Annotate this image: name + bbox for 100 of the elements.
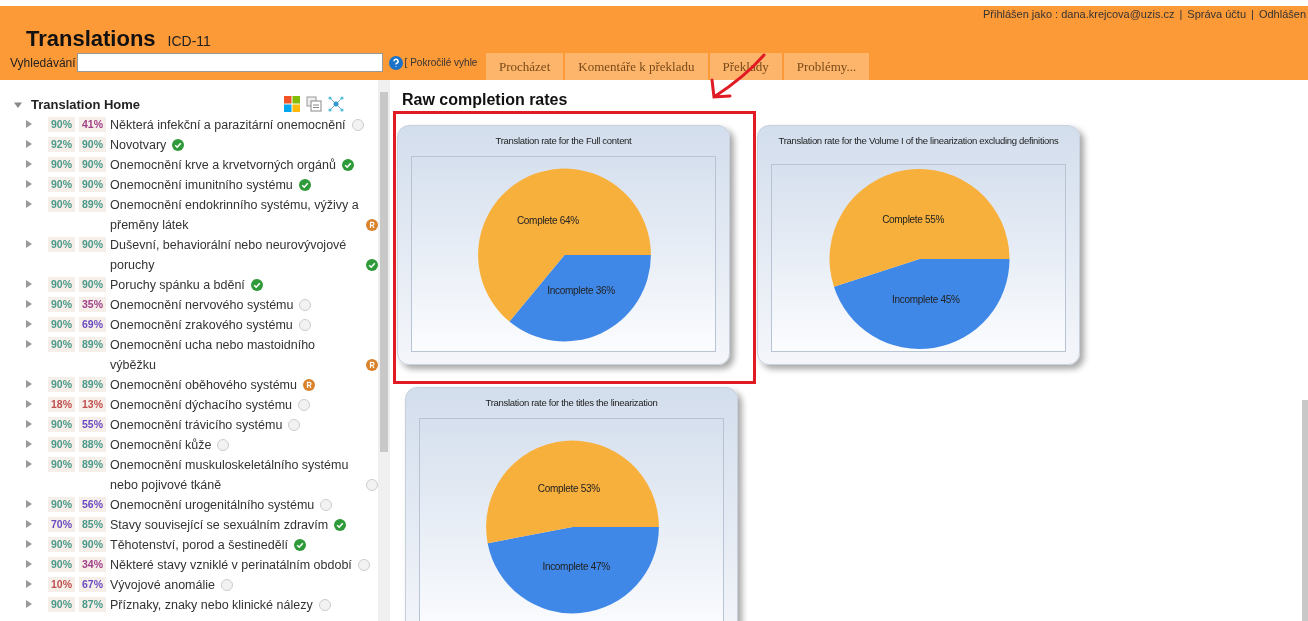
percent-tag: 10%: [48, 577, 75, 592]
expand-arrow-icon[interactable]: [26, 520, 32, 528]
tree-item-label[interactable]: Stavy související se sexuálním zdravím: [110, 515, 329, 535]
expand-arrow-icon[interactable]: [26, 320, 32, 328]
percent-tag: 90%: [79, 277, 107, 292]
help-icon[interactable]: [388, 55, 403, 70]
expand-arrow-icon[interactable]: [26, 160, 32, 168]
empty-circle-icon: [320, 499, 333, 511]
empty-circle-icon: [366, 479, 378, 491]
tree-item-label[interactable]: Onemocnění muskuloskeletálního systému nebo pojivové tkáně: [110, 455, 360, 495]
percent-tag: 90%: [48, 597, 75, 612]
empty-circle-icon: [298, 399, 311, 411]
check-circle-icon: [293, 539, 306, 551]
expand-arrow-icon[interactable]: [26, 400, 32, 408]
expand-arrow-icon[interactable]: [26, 340, 32, 348]
check-circle-icon: [298, 179, 311, 191]
expand-caret-icon[interactable]: [14, 101, 22, 109]
expand-arrow-icon[interactable]: [26, 280, 32, 288]
tab[interactable]: Procházet: [486, 53, 564, 80]
tree-item-label[interactable]: Onemocnění dýchacího systému: [110, 395, 293, 415]
tree-item-label[interactable]: Těhotenství, porod a šestinedělí: [110, 535, 288, 555]
percent-tag: 89%: [79, 377, 107, 392]
tree-root-label[interactable]: Translation Home: [31, 95, 141, 115]
network-icon[interactable]: [327, 95, 345, 113]
app-subtitle: ICD-11: [167, 32, 211, 51]
percent-tag: 89%: [79, 197, 107, 212]
percent-tag: 34%: [79, 557, 107, 572]
expand-arrow-icon[interactable]: [26, 380, 32, 388]
empty-circle-icon: [357, 559, 370, 571]
tree-item-label[interactable]: Některá infekční a parazitární onemocnění: [110, 115, 346, 135]
tree-item-label[interactable]: Onemocnění trávicího systému: [110, 415, 283, 435]
empty-circle-icon: [217, 439, 230, 451]
percent-tag: 85%: [79, 517, 107, 532]
expand-arrow-icon[interactable]: [26, 180, 32, 188]
tree-item-label[interactable]: Onemocnění ucha nebo mastoidního výběžku: [110, 335, 360, 375]
expand-arrow-icon[interactable]: [26, 120, 32, 128]
percent-tag: 90%: [48, 377, 75, 392]
tree-item-label[interactable]: Onemocnění urogenitálního systému: [110, 495, 315, 515]
tree-item-label[interactable]: Vývojové anomálie: [110, 575, 215, 595]
slice-label: Incomplete 47%: [542, 559, 610, 574]
account-link[interactable]: Odhlášen: [1258, 6, 1306, 23]
expand-arrow-icon[interactable]: [26, 200, 32, 208]
search-label: Vyhledávání: [10, 54, 76, 72]
scrollbar[interactable]: [378, 80, 390, 621]
tiles-icon[interactable]: [283, 95, 301, 113]
tree-item-label[interactable]: Onemocnění endokrinního systému, výživy a přeměny látek: [110, 195, 360, 235]
percent-tag: 67%: [79, 577, 107, 592]
expand-arrow-icon[interactable]: [26, 540, 32, 548]
expand-arrow-icon[interactable]: [26, 240, 32, 248]
percent-tag: 90%: [79, 137, 107, 152]
percent-tag: 90%: [48, 437, 75, 452]
expand-arrow-icon[interactable]: [26, 140, 32, 148]
advanced-search-link[interactable]: [ Pokročilé vyhle: [404, 55, 478, 70]
tab[interactable]: Komentáře k překladu: [565, 53, 708, 80]
percent-tag: 18%: [48, 397, 75, 412]
tree-item-label[interactable]: Novotvary: [110, 135, 167, 155]
percent-tag: 89%: [79, 337, 107, 352]
search-field[interactable]: [76, 53, 383, 72]
expand-arrow-icon[interactable]: [26, 560, 32, 568]
percent-tag: 35%: [79, 297, 107, 312]
copy-icon[interactable]: [305, 95, 323, 113]
tree-item-label[interactable]: Některé stavy vzniklé v perinatálním období: [110, 555, 352, 575]
percent-tag: 56%: [79, 497, 107, 512]
r-badge-icon: [366, 219, 378, 231]
chart-title: Translation rate for the Volume I of the linearization excluding definitions: [777, 134, 1060, 148]
tab[interactable]: Problémy...: [783, 53, 870, 80]
tree-item-label[interactable]: Onemocnění zrakového systému: [110, 315, 293, 335]
account-link[interactable]: Správa účtu: [1187, 6, 1247, 23]
percent-tag: 90%: [48, 317, 75, 332]
expand-arrow-icon[interactable]: [26, 460, 32, 468]
expand-arrow-icon[interactable]: [26, 300, 32, 308]
expand-arrow-icon[interactable]: [26, 500, 32, 508]
check-circle-icon: [341, 159, 354, 171]
empty-circle-icon: [288, 419, 301, 431]
tree-item-label[interactable]: Onemocnění nervového systému: [110, 295, 294, 315]
scrollbar[interactable]: [1302, 400, 1308, 621]
expand-arrow-icon[interactable]: [26, 440, 32, 448]
tree-item-label[interactable]: Duševní, behaviorální nebo neurovývojové poruchy: [110, 235, 360, 275]
percent-tag: 90%: [48, 197, 75, 212]
tree-item-label[interactable]: Příznaky, znaky nebo klinické nálezy: [110, 595, 313, 615]
chart-title: Translation rate for the titles the linearization: [484, 396, 659, 410]
expand-arrow-icon[interactable]: [26, 580, 32, 588]
slice-label: Incomplete 45%: [892, 292, 960, 307]
expand-arrow-icon[interactable]: [26, 420, 32, 428]
percent-tag: 90%: [48, 457, 75, 472]
section-heading: Raw completion rates: [402, 90, 568, 110]
expand-arrow-icon[interactable]: [26, 600, 32, 608]
tree-item-label[interactable]: Onemocnění imunitního systému: [110, 175, 293, 195]
slice-label: Incomplete 36%: [547, 283, 615, 298]
tree-item-label[interactable]: Poruchy spánku a bdění: [110, 275, 245, 295]
percent-tag: 41%: [79, 117, 107, 132]
tree-item-label[interactable]: Onemocnění oběhového systému: [110, 375, 297, 395]
app-title: Translations: [26, 25, 156, 53]
percent-tag: 55%: [79, 417, 107, 432]
percent-tag: 90%: [48, 117, 75, 132]
percent-tag: 13%: [79, 397, 107, 412]
tree-item-label[interactable]: Onemocnění kůže: [110, 435, 212, 455]
percent-tag: 90%: [48, 497, 75, 512]
percent-tag: 92%: [48, 137, 75, 152]
tree-item-label[interactable]: Onemocnění krve a krvetvorných orgánů: [110, 155, 336, 175]
